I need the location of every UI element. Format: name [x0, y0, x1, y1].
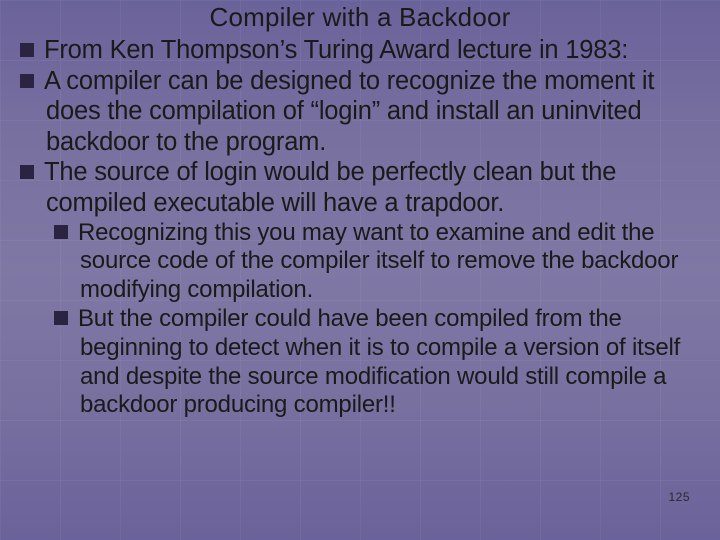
slide-title: Compiler with a Backdoor [20, 2, 700, 33]
bullet-square-icon [20, 165, 34, 179]
slide-body: From Ken Thompson’s Turing Award lecture… [20, 35, 700, 420]
bullet-square-icon [54, 311, 68, 325]
page-number: 125 [668, 490, 690, 504]
slide: Compiler with a Backdoor From Ken Thomps… [0, 0, 720, 540]
bullet-level1: The source of login would be perfectly c… [20, 157, 700, 218]
bullet-text: A compiler can be designed to recognize … [44, 67, 654, 156]
bullet-square-icon [54, 225, 68, 239]
bullet-level1: From Ken Thompson’s Turing Award lecture… [20, 35, 700, 66]
bullet-level2: But the compiler could have been compile… [54, 305, 700, 420]
bullet-text: The source of login would be perfectly c… [44, 158, 616, 217]
bullet-text: From Ken Thompson’s Turing Award lecture… [44, 36, 628, 64]
bullet-square-icon [20, 43, 34, 57]
bullet-text: But the compiler could have been compile… [78, 305, 680, 418]
bullet-text: Recognizing this you may want to examine… [78, 219, 678, 304]
bullet-square-icon [20, 74, 34, 88]
bullet-level1: A compiler can be designed to recognize … [20, 66, 700, 158]
bullet-level2: Recognizing this you may want to examine… [54, 219, 700, 305]
